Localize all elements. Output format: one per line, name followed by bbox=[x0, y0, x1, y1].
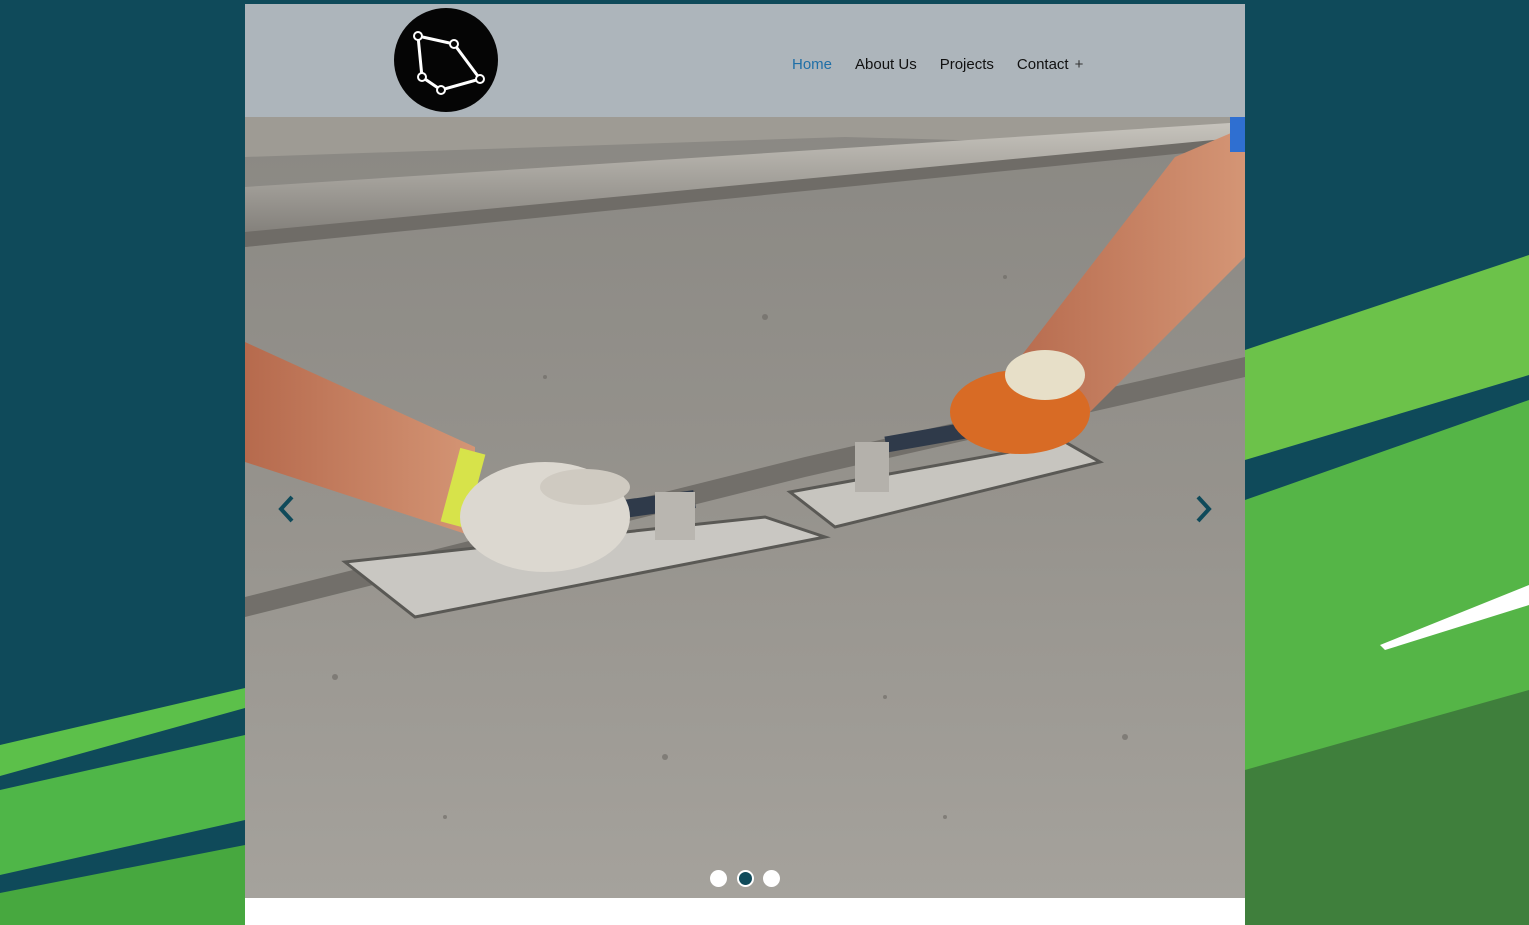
slider-prev-button[interactable] bbox=[272, 489, 302, 529]
site-container: Home About Us Projects Contact + bbox=[245, 4, 1245, 925]
slider-dot-3[interactable] bbox=[763, 869, 780, 887]
slider-dot-2[interactable] bbox=[736, 869, 754, 887]
nav-contact[interactable]: Contact + bbox=[1017, 56, 1083, 73]
nav-contact-label: Contact bbox=[1016, 55, 1069, 73]
concrete-trowel-photo bbox=[245, 117, 1245, 898]
slider-dot-1[interactable] bbox=[710, 869, 727, 887]
hero-slider bbox=[245, 117, 1245, 898]
chevron-left-icon bbox=[278, 495, 294, 523]
nav-projects[interactable]: Projects bbox=[940, 56, 994, 73]
main-nav: Home About Us Projects Contact + bbox=[792, 53, 1106, 75]
nav-home[interactable]: Home bbox=[792, 56, 832, 73]
slider-pagination bbox=[710, 869, 790, 887]
polygon-constellation-logo-icon bbox=[413, 31, 485, 95]
chevron-right-icon bbox=[1196, 495, 1212, 523]
site-header: Home About Us Projects Contact + bbox=[245, 4, 1245, 117]
slider-next-button[interactable] bbox=[1188, 489, 1218, 529]
nav-about-us[interactable]: About Us bbox=[855, 56, 917, 73]
logo-link[interactable] bbox=[394, 8, 498, 112]
plus-icon[interactable]: + bbox=[1075, 56, 1084, 73]
